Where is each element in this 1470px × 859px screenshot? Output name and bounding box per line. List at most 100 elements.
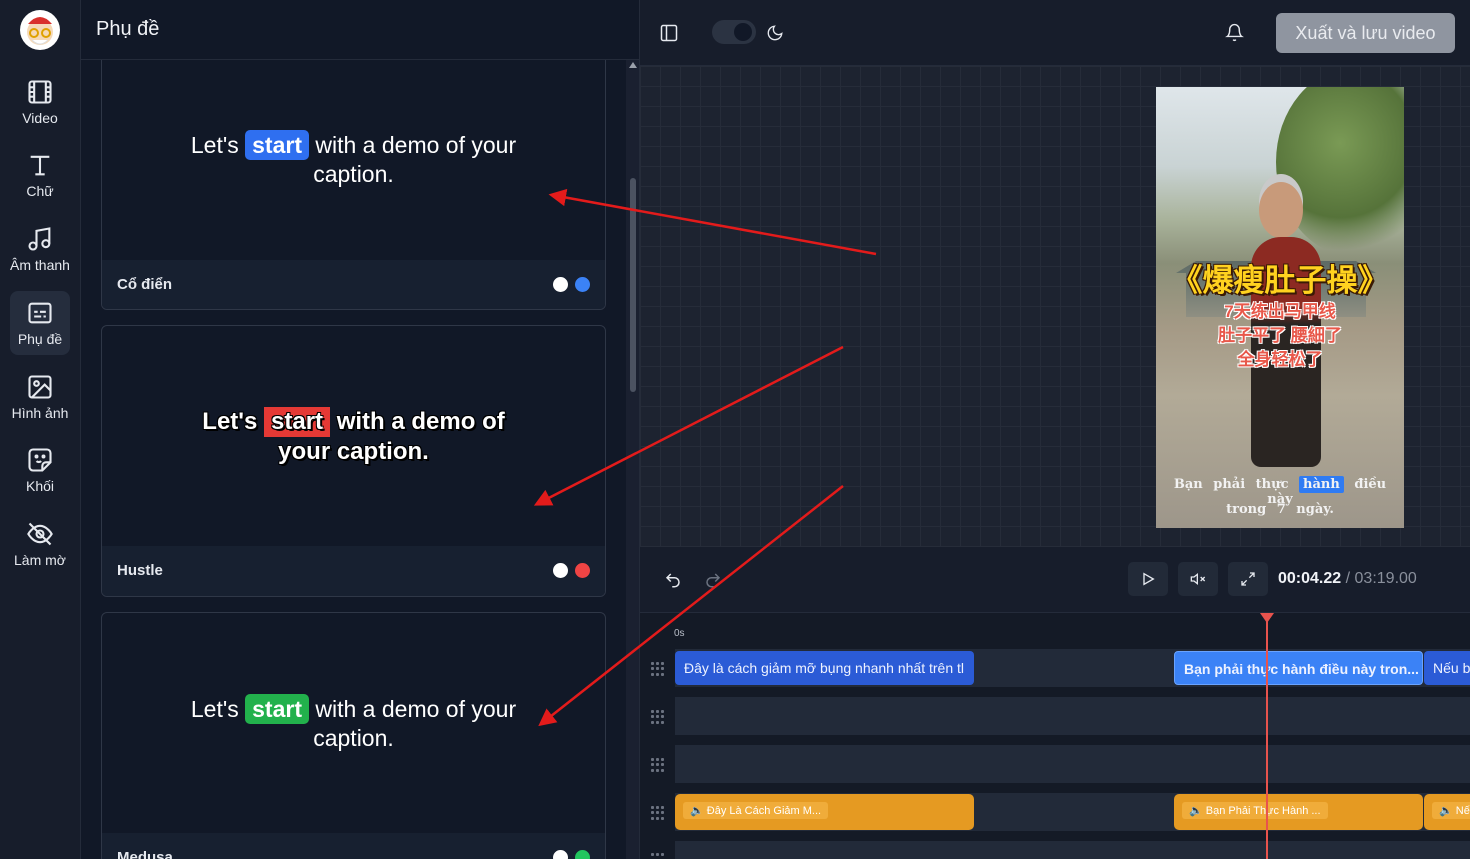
fullscreen-button[interactable] bbox=[1228, 562, 1268, 596]
audio-clip-label: 🔈 Bạn Phải Thực Hành ... bbox=[1182, 802, 1328, 819]
time-display: 00:04.22 / 03:19.00 bbox=[1278, 570, 1417, 588]
audio-track: 🔈 Đây Là Cách Giảm M... 🔈 Bạn Phải Thực … bbox=[675, 793, 1470, 831]
redo-icon[interactable] bbox=[704, 571, 722, 589]
rail-item-label: Khối bbox=[25, 478, 55, 494]
color-dot-highlight bbox=[575, 850, 590, 859]
image-icon bbox=[28, 375, 52, 399]
caption-word: Let's bbox=[202, 407, 258, 435]
color-dot-highlight bbox=[575, 563, 590, 578]
rail-item-text[interactable]: Chữ bbox=[10, 143, 70, 207]
export-save-video-button[interactable]: Xuất và lưu video bbox=[1276, 13, 1455, 53]
top-bar: Xuất và lưu video bbox=[640, 0, 1470, 66]
caption-highlight: start bbox=[264, 406, 331, 437]
rail-item-label: Video bbox=[22, 110, 58, 126]
moon-icon bbox=[767, 25, 783, 41]
ruler-label: 0s bbox=[674, 628, 685, 639]
expand-icon bbox=[1241, 572, 1255, 586]
caption-clip-selected[interactable]: Bạn phải thực hành điều này tron... bbox=[1174, 651, 1423, 685]
caption-word: with a demo of bbox=[336, 407, 505, 435]
caption-style-card-classic[interactable]: Let's start with a demo of your caption.… bbox=[101, 27, 606, 310]
app-logo[interactable] bbox=[20, 10, 60, 50]
caption-highlight: start bbox=[245, 693, 309, 724]
caption-clip[interactable]: Đây là cách giảm mỡ bụng nhanh nhất trên… bbox=[675, 651, 974, 685]
card-footer: Hustle bbox=[102, 546, 605, 596]
audio-clip-label: 🔈 Nế bbox=[1432, 802, 1470, 819]
color-dot-primary bbox=[553, 563, 568, 578]
rail-item-label: Chữ bbox=[26, 183, 54, 199]
music-icon bbox=[28, 227, 51, 251]
rail-item-label: Hình ảnh bbox=[11, 405, 69, 421]
caption-preview-text: Let's start with a demo of your caption. bbox=[144, 693, 564, 753]
video-caption-line: trong 7 ngày. bbox=[1226, 502, 1334, 517]
rail-item-blur[interactable]: Làm mờ bbox=[10, 512, 70, 576]
drag-handle-icon[interactable] bbox=[651, 662, 665, 676]
person-head-shape bbox=[1259, 182, 1303, 238]
caption-word: Let's bbox=[190, 131, 239, 158]
playback-bar: 00:04.22 / 03:19.00 bbox=[640, 547, 1470, 613]
caption-word: Bạn phải thực bbox=[1173, 477, 1289, 492]
play-button[interactable] bbox=[1128, 562, 1168, 596]
style-name: Cổ điển bbox=[117, 276, 172, 293]
eye-off-icon bbox=[27, 522, 53, 546]
rail-item-label: Phụ đề bbox=[17, 331, 63, 347]
drag-handle-icon[interactable] bbox=[651, 806, 665, 820]
caption-preview: Let's start with a demo of your caption. bbox=[102, 613, 605, 833]
caption-highlight: hành bbox=[1299, 476, 1344, 493]
rail-item-label: Làm mờ bbox=[14, 552, 66, 568]
caption-track: Đây là cách giảm mỡ bụng nhanh nhất trên… bbox=[675, 649, 1470, 687]
panel-title: Phụ đề bbox=[96, 18, 160, 40]
caption-word: with a demo of your bbox=[315, 695, 517, 722]
video-preview[interactable]: 《爆瘦肚子操》 7天练出马甲线 肚子平了 腰細了 全身轻松了 Bạn phải … bbox=[1156, 87, 1404, 528]
audio-clip-text: Nế bbox=[1455, 805, 1470, 817]
audio-clip[interactable]: 🔈 Bạn Phải Thực Hành ... bbox=[1174, 794, 1423, 830]
style-name: Hustle bbox=[117, 562, 163, 579]
audio-clip-text: Bạn Phải Thực Hành ... bbox=[1205, 805, 1321, 817]
caption-word: your caption. bbox=[278, 437, 429, 465]
time-separator: / bbox=[1345, 570, 1351, 587]
play-icon bbox=[1143, 572, 1155, 586]
caption-word: caption. bbox=[313, 160, 394, 187]
subtitles-icon bbox=[28, 302, 52, 324]
undo-icon[interactable] bbox=[664, 571, 682, 589]
caption-style-card-hustle[interactable]: Let's start with a demo of your caption.… bbox=[101, 325, 606, 597]
bell-icon[interactable] bbox=[1225, 23, 1244, 42]
rail-item-label: Âm thanh bbox=[10, 257, 70, 273]
rail-item-audio[interactable]: Âm thanh bbox=[10, 217, 70, 281]
card-footer: Medusa bbox=[102, 833, 605, 859]
rail-item-images[interactable]: Hình ảnh bbox=[10, 365, 70, 429]
color-dot-highlight bbox=[575, 277, 590, 292]
text-icon bbox=[30, 155, 50, 176]
mute-button[interactable] bbox=[1178, 562, 1218, 596]
drag-handle-icon[interactable] bbox=[651, 853, 665, 859]
audio-clip-text: Đây Là Cách Giảm M... bbox=[706, 805, 822, 817]
drag-handle-icon[interactable] bbox=[651, 758, 665, 772]
current-time: 00:04.22 bbox=[1278, 570, 1342, 587]
scroll-up-arrow-icon[interactable] bbox=[629, 62, 637, 68]
playhead[interactable] bbox=[1266, 615, 1268, 859]
audio-clip-label: 🔈 Đây Là Cách Giảm M... bbox=[683, 802, 829, 819]
volume-mute-icon bbox=[1190, 572, 1206, 586]
rail-item-video[interactable]: Video bbox=[10, 70, 70, 134]
panel-scrollbar[interactable] bbox=[626, 60, 639, 859]
empty-track bbox=[675, 841, 1470, 859]
color-dot-primary bbox=[553, 277, 568, 292]
caption-clip[interactable]: Nếu b bbox=[1424, 651, 1470, 685]
theme-toggle[interactable] bbox=[712, 20, 756, 44]
rail-item-blocks[interactable]: Khối bbox=[10, 438, 70, 502]
caption-preview-text: Let's start with a demo of your caption. bbox=[154, 406, 554, 466]
sticker-icon bbox=[28, 448, 52, 472]
audio-clip[interactable]: 🔈 Đây Là Cách Giảm M... bbox=[675, 794, 974, 830]
card-footer: Cổ điển bbox=[102, 260, 605, 309]
audio-clip[interactable]: 🔈 Nế bbox=[1424, 794, 1470, 830]
caption-preview-text: Let's start with a demo of your caption. bbox=[154, 129, 554, 189]
caption-word: with a demo of your bbox=[315, 131, 517, 158]
timeline: 0s Đây là cách giảm mỡ bụng nhanh nhất t… bbox=[640, 613, 1470, 859]
caption-highlight: start bbox=[245, 129, 309, 160]
drag-handle-icon[interactable] bbox=[651, 710, 665, 724]
empty-track bbox=[675, 697, 1470, 735]
caption-style-card-medusa[interactable]: Let's start with a demo of your caption.… bbox=[101, 612, 606, 859]
scroll-thumb[interactable] bbox=[630, 178, 636, 392]
sidebar-toggle-icon[interactable] bbox=[659, 23, 679, 43]
rail-item-subtitles[interactable]: Phụ đề bbox=[10, 291, 70, 355]
timeline-ruler[interactable]: 0s bbox=[640, 613, 1470, 647]
